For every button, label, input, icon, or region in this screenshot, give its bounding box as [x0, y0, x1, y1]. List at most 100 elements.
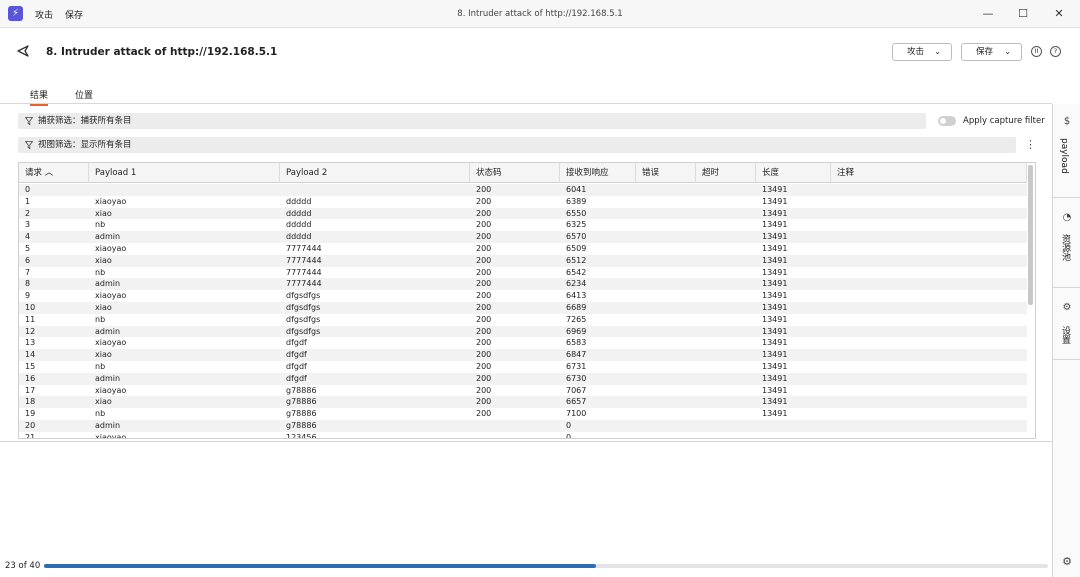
- gear-icon: ⚙: [1062, 302, 1072, 313]
- cell-col-comment: [831, 385, 1027, 397]
- split-divider[interactable]: [0, 441, 1052, 442]
- progress-fill: [44, 564, 597, 568]
- table-row[interactable]: 16 admin dfgdf 200 6730 13491: [19, 372, 1027, 385]
- cell-col-timeout: [696, 314, 756, 326]
- cell-col-comment: [831, 243, 1027, 255]
- table-row[interactable]: 7 nb 7777444 200 6542 13491: [19, 267, 1027, 279]
- window-title: 8. Intruder attack of http://192.168.5.1: [457, 9, 623, 19]
- side-item-payload[interactable]: $ payload: [1053, 104, 1080, 198]
- table-scrollbar[interactable]: [1028, 165, 1033, 305]
- header-col-comment[interactable]: 注释: [831, 163, 1027, 183]
- back-arrow-icon[interactable]: [16, 44, 30, 58]
- header-col-payload1[interactable]: Payload 1: [89, 163, 280, 183]
- header-col-length[interactable]: 长度: [756, 163, 831, 183]
- cell-col-status: 200: [476, 267, 492, 277]
- cell-col-payload1: xiao: [95, 208, 112, 218]
- cell-col-status: [470, 420, 560, 432]
- cell-col-timeout: [696, 432, 756, 438]
- progress-bar: [44, 564, 1048, 568]
- table-row[interactable]: 8 admin 7777444 200 6234 13491: [19, 278, 1027, 291]
- cell-col-timeout: [696, 267, 756, 279]
- table-row[interactable]: 10 xiao dfgsdfgs 200 6689 13491: [19, 301, 1027, 314]
- more-options-icon[interactable]: ⋮: [1025, 138, 1036, 152]
- table-row[interactable]: 11 nb dfgsdfgs 200 7265 13491: [19, 314, 1027, 326]
- table-row[interactable]: 20 admin g78886 0: [19, 419, 1027, 432]
- cell-col-length: 13491: [762, 397, 788, 407]
- cell-col-payload1: xiaoyao: [95, 291, 127, 301]
- minimize-icon[interactable]: —: [977, 4, 999, 24]
- apply-capture-toggle[interactable]: [938, 116, 956, 126]
- tab-positions[interactable]: 位置: [75, 88, 93, 101]
- cell-col-comment: [831, 396, 1027, 408]
- cell-col-payload2: dfgdf: [286, 373, 307, 383]
- filter-icon: [25, 141, 33, 149]
- cell-col-timeout: [696, 290, 756, 302]
- table-row[interactable]: 14 xiao dfgdf 200 6847 13491: [19, 349, 1027, 361]
- table-row[interactable]: 12 admin dfgsdfgs 200 6969 13491: [19, 325, 1027, 338]
- table-row[interactable]: 6 xiao 7777444 200 6512 13491: [19, 254, 1027, 267]
- table-row[interactable]: 1 xiaoyao ddddd 200 6389 13491: [19, 196, 1027, 208]
- table-row[interactable]: 4 admin ddddd 200 6570 13491: [19, 231, 1027, 243]
- table-row[interactable]: 2 xiao ddddd 200 6550 13491: [19, 207, 1027, 220]
- cell-col-payload1: xiao: [95, 255, 112, 265]
- cell-col-payload2: [280, 184, 470, 196]
- pause-icon[interactable]: II: [1031, 46, 1042, 57]
- cell-col-length: 13491: [762, 314, 788, 324]
- maximize-icon[interactable]: ☐: [1012, 4, 1034, 24]
- cell-col-response-received: 6583: [566, 338, 587, 348]
- cell-col-comment: [831, 326, 1027, 338]
- header-label: 长度: [762, 168, 780, 178]
- table-row[interactable]: 3 nb ddddd 200 6325 13491: [19, 219, 1027, 231]
- table-row[interactable]: 5 xiaoyao 7777444 200 6509 13491: [19, 243, 1027, 255]
- cell-col-payload2: g78886: [286, 397, 317, 407]
- cell-col-response-received: 6512: [566, 255, 587, 265]
- view-filter-bar[interactable]: 视图筛选：显示所有条目: [18, 137, 1016, 153]
- cell-col-status: 200: [476, 255, 492, 265]
- gear-icon[interactable]: ⚙: [1061, 556, 1073, 568]
- header-col-status[interactable]: 状态码: [470, 163, 560, 183]
- table-row[interactable]: 18 xiao g78886 200 6657 13491: [19, 396, 1027, 409]
- cell-col-payload2: dfgdf: [286, 338, 307, 348]
- header-col-response-received[interactable]: 接收到响应: [560, 163, 636, 183]
- cell-col-comment: [831, 196, 1027, 208]
- table-row[interactable]: 15 nb dfgdf 200 6731 13491: [19, 361, 1027, 373]
- cell-col-request: 3: [25, 220, 31, 230]
- header-label: 请求: [25, 168, 43, 178]
- header-col-payload2[interactable]: Payload 2: [280, 163, 470, 183]
- cell-col-response-received: 6731: [566, 361, 587, 371]
- close-icon[interactable]: ✕: [1048, 4, 1070, 24]
- cell-col-timeout: [696, 278, 756, 290]
- attack-button[interactable]: 攻击 ⌄: [892, 43, 952, 61]
- cell-col-request: 6: [25, 255, 31, 265]
- cell-col-timeout: [696, 196, 756, 208]
- cell-col-status: 200: [476, 373, 492, 383]
- side-item-resource-pool[interactable]: ◔ 资源池: [1053, 198, 1080, 288]
- chevron-down-icon: ⌄: [934, 47, 941, 56]
- table-row[interactable]: 0 200 6041 13491: [19, 184, 1027, 196]
- table-row[interactable]: 13 xiaoyao dfgdf 200 6583 13491: [19, 337, 1027, 349]
- cell-col-request: 17: [25, 385, 36, 395]
- table-row[interactable]: 17 xiaoyao g78886 200 7067 13491: [19, 385, 1027, 397]
- tab-results[interactable]: 结果: [30, 88, 49, 106]
- save-button[interactable]: 保存 ⌄: [961, 43, 1022, 61]
- table-row[interactable]: 9 xiaoyao dfgsdfgs 200 6413 13491: [19, 290, 1027, 302]
- help-icon[interactable]: ?: [1050, 46, 1061, 57]
- header-col-timeout[interactable]: 超时: [696, 163, 756, 183]
- cell-col-timeout: [696, 385, 756, 397]
- menu-save[interactable]: 保存: [65, 8, 83, 21]
- cell-col-length: 13491: [762, 185, 788, 194]
- capture-filter-bar[interactable]: 捕获筛选：捕获所有条目: [18, 113, 926, 129]
- cell-col-payload2: dfgdf: [286, 350, 307, 360]
- header-col-error[interactable]: 错误: [636, 163, 696, 183]
- cell-col-response-received: 6657: [566, 397, 587, 407]
- table-row[interactable]: 19 nb g78886 200 7100 13491: [19, 408, 1027, 420]
- cell-col-length: 13491: [762, 196, 788, 206]
- cell-col-response-received: 6550: [566, 208, 587, 218]
- cell-col-payload1: nb: [95, 220, 106, 230]
- cell-col-status: 200: [476, 409, 492, 419]
- side-item-settings[interactable]: ⚙ 设置: [1053, 288, 1080, 360]
- cell-col-payload1: xiaoyao: [95, 243, 127, 253]
- header-col-request[interactable]: 请求 ︿: [19, 163, 89, 183]
- table-row[interactable]: 21 xiaoyao 123456 0: [19, 432, 1027, 438]
- menu-attack[interactable]: 攻击: [35, 8, 53, 21]
